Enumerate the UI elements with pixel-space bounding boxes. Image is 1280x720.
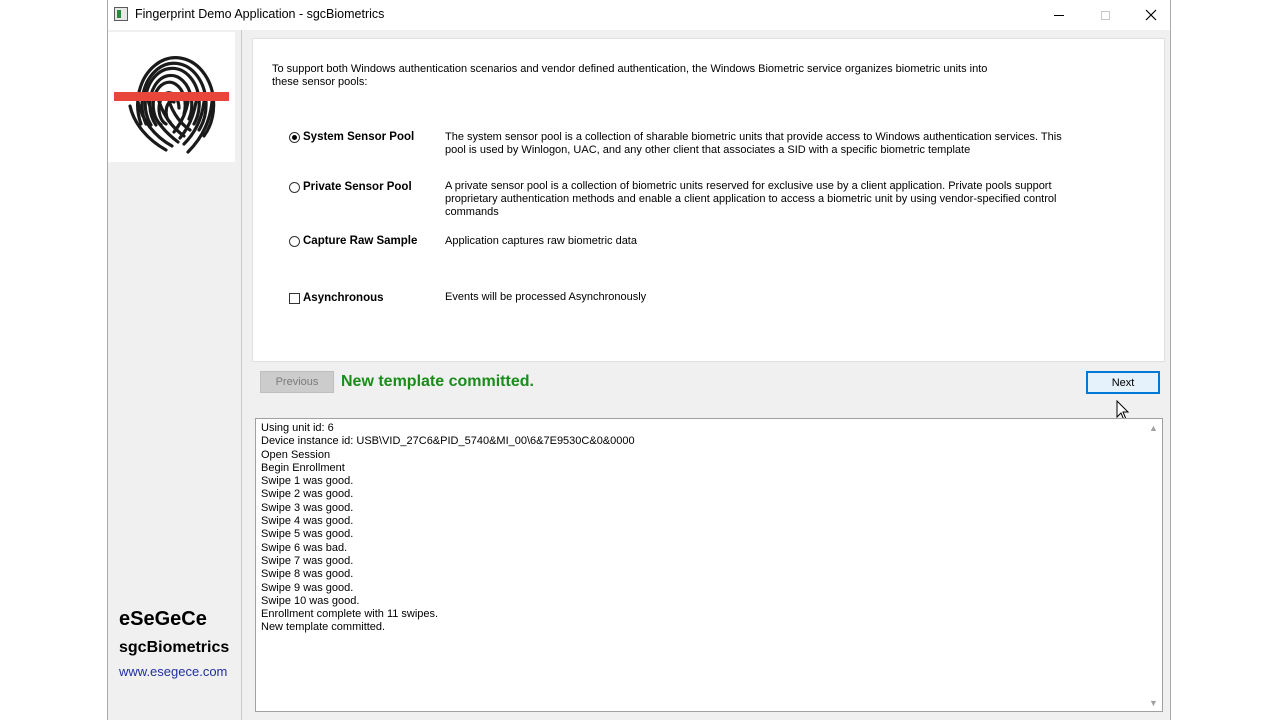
app-icon <box>114 7 128 21</box>
log-line: Device instance id: USB\VID_27C6&PID_574… <box>261 435 635 448</box>
log-line: Using unit id: 6 <box>261 422 334 434</box>
radio-button[interactable] <box>289 235 300 247</box>
product-name: sgcBiometrics <box>119 639 230 656</box>
maximize-icon <box>1100 10 1110 20</box>
option-label: Capture Raw Sample <box>303 235 418 247</box>
minimize-button[interactable] <box>1036 0 1082 30</box>
asynchronous-checkbox[interactable]: Asynchronous <box>289 292 384 304</box>
previous-button[interactable]: Previous <box>260 371 334 393</box>
log-line: Begin Enrollment <box>261 461 345 474</box>
log-scrollbar[interactable]: ▲ ▼ <box>1145 419 1162 711</box>
log-line: Swipe 4 was good. <box>261 515 354 528</box>
scroll-up-icon[interactable]: ▲ <box>1145 419 1162 436</box>
window-title: Fingerprint Demo Application - sgcBiomet… <box>135 7 385 21</box>
title-bar[interactable]: Fingerprint Demo Application - sgcBiomet… <box>108 0 1170 30</box>
sensor-pool-panel: To support both Windows authentication s… <box>252 38 1165 362</box>
system-sensor-pool-description: The system sensor pool is a collection o… <box>445 131 1062 156</box>
log-line: Swipe 3 was good. <box>261 501 354 514</box>
radio-button[interactable] <box>289 181 300 193</box>
event-log[interactable]: Using unit id: 6 Device instance id: USB\… <box>255 418 1163 712</box>
fingerprint-logo <box>108 32 235 162</box>
log-line: New template committed. <box>261 621 386 634</box>
system-sensor-pool-radio[interactable]: System Sensor Pool <box>289 131 414 143</box>
close-button[interactable] <box>1128 0 1174 30</box>
log-line: Swipe 1 was good. <box>261 475 354 488</box>
radio-button-checked[interactable] <box>289 131 300 143</box>
log-line: Swipe 2 was good. <box>261 488 354 501</box>
log-line: Open Session <box>261 448 331 461</box>
log-line: Swipe 9 was good. <box>261 581 354 594</box>
log-line: Swipe 5 was good. <box>261 528 354 541</box>
log-lines: Using unit id: 6 Device instance id: USB\… <box>261 422 635 635</box>
brand-name: eSeGeCe <box>119 608 207 630</box>
status-message: New template committed. <box>341 373 534 390</box>
fingerprint-icon <box>114 56 229 154</box>
log-line: Swipe 10 was good. <box>261 594 360 607</box>
option-label: Asynchronous <box>303 292 384 304</box>
close-icon <box>1145 9 1157 21</box>
sidebar: eSeGeCe sgcBiometrics www.esegece.com <box>108 30 242 720</box>
option-label: System Sensor Pool <box>303 131 415 143</box>
private-sensor-pool-description: A private sensor pool is a collection of… <box>445 180 1057 218</box>
option-label: Private Sensor Pool <box>303 181 412 193</box>
maximize-button[interactable] <box>1082 0 1128 30</box>
log-line: Enrollment complete with 11 swipes. <box>261 608 439 621</box>
app-window: Fingerprint Demo Application - sgcBiomet… <box>107 0 1171 720</box>
asynchronous-description: Events will be processed Asynchronously <box>445 291 647 303</box>
checkbox[interactable] <box>289 292 300 304</box>
minimize-icon <box>1054 14 1064 16</box>
capture-raw-sample-description: Application captures raw biometric data <box>445 235 637 247</box>
next-button[interactable]: Next <box>1086 371 1160 394</box>
intro-text: To support both Windows authentication s… <box>272 63 988 88</box>
capture-raw-sample-radio[interactable]: Capture Raw Sample <box>289 235 417 247</box>
log-line: Swipe 8 was good. <box>261 568 354 581</box>
website-link[interactable]: www.esegece.com <box>119 664 227 679</box>
log-line: Swipe 6 was bad. <box>261 541 348 554</box>
private-sensor-pool-radio[interactable]: Private Sensor Pool <box>289 181 412 193</box>
log-line: Swipe 7 was good. <box>261 554 354 567</box>
scroll-down-icon[interactable]: ▼ <box>1145 694 1162 711</box>
